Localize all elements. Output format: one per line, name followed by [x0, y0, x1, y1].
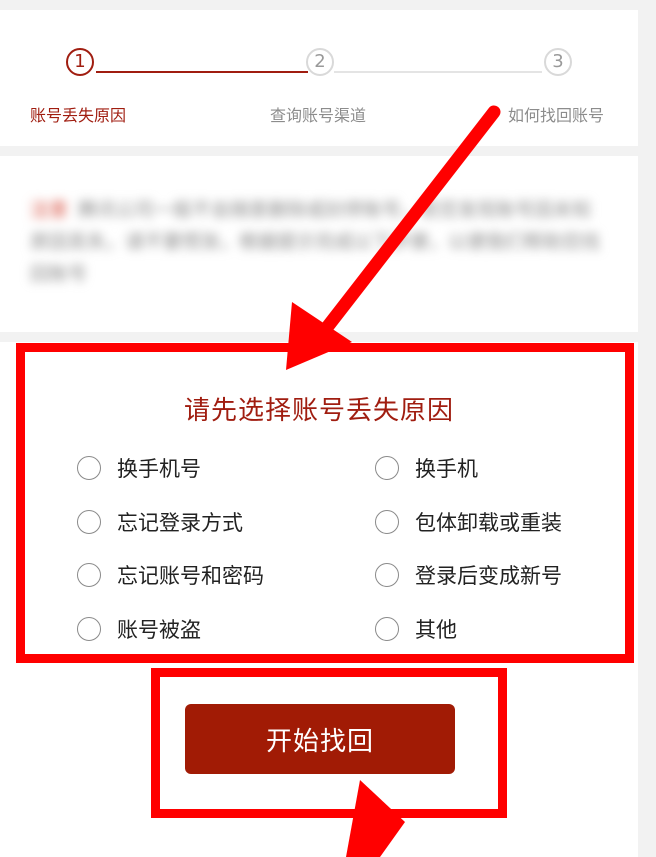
step-2-label: 查询账号渠道 [270, 106, 367, 125]
highlight-box-reasons [16, 343, 634, 663]
highlight-box-button [151, 668, 507, 818]
notice-tag: 注意 [30, 199, 69, 221]
progress-steps: 1 2 3 账号丢失原因 查询账号渠道 如何找回账号 [0, 10, 638, 146]
step-2-circle: 2 [306, 48, 334, 76]
step-connector-pending [334, 71, 542, 73]
notice-body: 腾讯公司一般不会随意删除或封停账号，若您发现账号因未知原因丢失，请不要慌张，根据… [30, 199, 601, 285]
account-recovery-page: 1 2 3 账号丢失原因 查询账号渠道 如何找回账号 注意 腾讯公司一般不会随意删… [0, 0, 656, 857]
step-3-circle: 3 [544, 48, 572, 76]
step-1-circle: 1 [66, 48, 94, 76]
step-connector-completed [96, 71, 308, 73]
notice-text: 注意 腾讯公司一般不会随意删除或封停账号，若您发现账号因未知原因丢失，请不要慌张，… [30, 194, 610, 290]
step-1-label: 账号丢失原因 [30, 106, 127, 125]
step-3-label: 如何找回账号 [508, 106, 605, 125]
notice-card: 注意 腾讯公司一般不会随意删除或封停账号，若您发现账号因未知原因丢失，请不要慌张，… [0, 156, 638, 332]
